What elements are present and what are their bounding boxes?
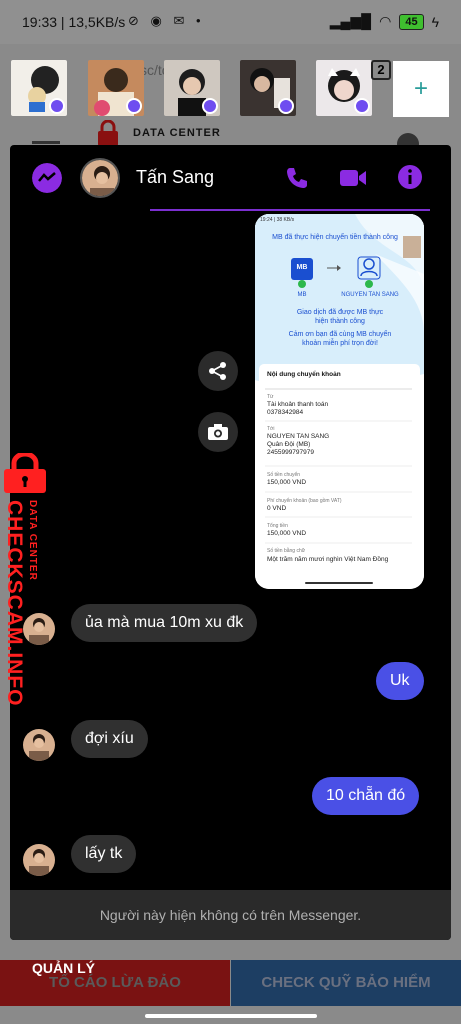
receipt-row-value: Một trăm năm mươi nghìn Việt Nam Đồng [267,556,389,563]
receipt-row-label: Số tiền bằng chữ [267,548,306,554]
messenger-badge-icon [126,98,142,114]
message-bubble-sent[interactable]: Uk [376,662,424,700]
status-right: ▂▄▆█ ◠ 45 ϟ [330,13,439,30]
receipt-row-label: Số tiền chuyển [267,472,301,478]
home-indicator[interactable] [145,1014,317,1018]
chat-head-avatar-1[interactable] [11,60,67,116]
message-avatar[interactable] [23,844,55,876]
messenger-badge-icon [354,98,370,114]
camera-icon [208,424,228,440]
notification-icons: ⊘ ◉ ✉ • [128,13,205,28]
phone-icon[interactable] [284,165,310,191]
watermark-brand: CHECKSCAM.INFO [3,500,26,707]
messenger-badge-icon [278,98,294,114]
manage-label[interactable]: QUẢN LÝ [32,960,95,976]
receipt-row-label: Từ [267,394,274,400]
message-avatar[interactable] [23,613,55,645]
chat-head-avatar-3[interactable] [164,60,220,116]
wifi-icon: ◠ [379,13,392,29]
chat-panel: Tấn Sang 19:24 | 38 KB/s MB đã thực hiện… [10,145,451,940]
chat-head-avatar-4[interactable] [240,60,296,116]
background-lock-icon [98,120,118,146]
chat-heads-row [0,60,461,122]
watermark-lock-icon [4,453,46,493]
message-avatar[interactable] [23,729,55,761]
unavailable-notice: Người này hiện không có trên Messenger. [10,890,451,940]
receipt-row-value: 150,000 VND [267,479,307,486]
message-bubble-received[interactable]: đợi xíu [71,720,148,758]
receipt-image[interactable]: 19:24 | 38 KB/s MB đã thực hiện chuyển t… [255,214,424,589]
receipt-row-value: 0 VND [267,505,287,512]
receipt-row-value: Tài khoản thanh toán 0378342984 [267,401,329,416]
receipt-row-label: Tới [267,426,275,432]
info-icon[interactable] [396,163,424,191]
message-bubble-received[interactable]: lấy tk [71,835,137,873]
charging-icon: ϟ [431,13,439,30]
share-button[interactable] [198,351,238,391]
receipt-status-bar: 19:24 | 38 KB/s [260,217,295,223]
battery-icon: 45 [399,13,424,30]
tab-count-badge[interactable]: 2 [371,60,391,80]
add-chat-button[interactable]: + [393,61,449,117]
contact-name: Tấn Sang [136,167,215,187]
receipt-row-value: NGUYEN TAN SANG Quân Đội (MB) 2455999797… [267,433,330,456]
signal-icon: ▂▄▆█ [329,13,372,29]
receipt-section-title: Nội dung chuyển khoản [267,371,341,378]
receipt-row-label: Tổng tiền [267,523,288,529]
header-divider [150,209,430,211]
messenger-icon[interactable] [32,163,62,193]
message-bubble-received[interactable]: ủa mà mua 10m xu đk [71,604,258,642]
receipt-from-logo: MB [296,264,308,271]
receipt-title: MB đã thực hiện chuyển tiền thành công [272,234,398,241]
video-call-icon[interactable] [338,165,368,191]
chat-head-avatar-5[interactable] [316,60,372,116]
messenger-badge-icon [202,98,218,114]
chat-head-avatar-2[interactable] [88,60,144,116]
check-insurance-button[interactable]: CHECK QUỸ BẢO HIỂM [231,960,461,1006]
receipt-row-value: 150,000 VND [267,530,307,537]
background-title: DATA CENTER [133,127,221,139]
receipt-from-label: MB [297,292,307,298]
camera-button[interactable] [198,412,238,452]
share-icon [209,362,226,380]
status-bar: 19:33 | 13,5KB/s ⊘ ◉ ✉ • ▂▄▆█ ◠ 45 ϟ [0,0,461,44]
chat-header: Tấn Sang [10,145,451,211]
contact-avatar[interactable] [80,158,120,198]
receipt-success-text: Giao dịch đã được MB thực hiện thành côn… [296,309,384,325]
receipt-row-label: Phí chuyển khoản (bao gồm VAT) [267,498,342,504]
status-time: 19:33 | 13,5KB/s [22,14,126,30]
receipt-to-label: NGUYEN TAN SANG [341,292,399,298]
watermark-subtitle: DATA CENTER [27,500,38,581]
messenger-badge-icon [49,98,65,114]
message-bubble-sent[interactable]: 10 chẵn đó [312,777,420,815]
receipt-thanks-text: Cảm ơn bạn đã cùng MB chuyển khoản miễn … [288,331,392,347]
background-search-icon [397,133,419,146]
